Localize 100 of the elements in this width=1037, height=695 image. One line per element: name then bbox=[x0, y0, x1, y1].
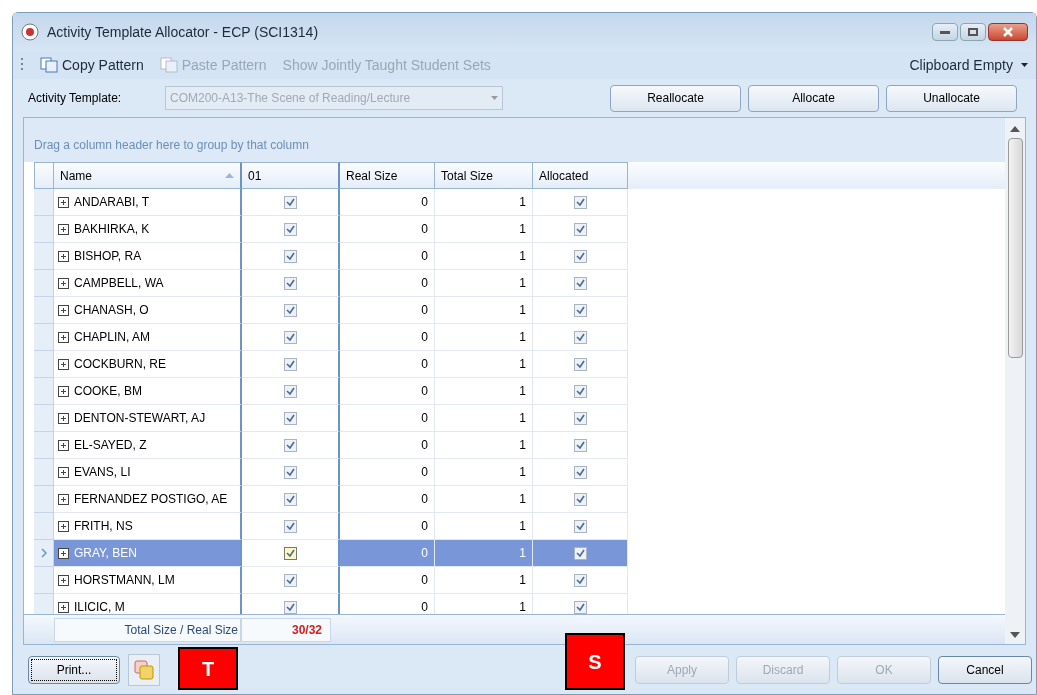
checkbox[interactable] bbox=[283, 438, 297, 452]
dialog-button[interactable]: Cancel bbox=[938, 655, 1032, 684]
checkbox[interactable] bbox=[283, 519, 297, 533]
checkbox[interactable] bbox=[283, 276, 297, 290]
table-cell: 1 bbox=[435, 270, 533, 297]
expand-icon[interactable] bbox=[58, 601, 69, 613]
check-icon bbox=[575, 224, 585, 234]
expand-icon[interactable] bbox=[58, 439, 69, 451]
checkbox[interactable] bbox=[573, 330, 587, 344]
checkbox[interactable] bbox=[283, 222, 297, 236]
checkbox[interactable] bbox=[573, 519, 587, 533]
close-button[interactable] bbox=[988, 23, 1028, 41]
check-icon bbox=[285, 224, 295, 234]
table-cell[interactable]: EL-SAYED, Z bbox=[54, 432, 242, 459]
table-cell[interactable]: ANDARABI, T bbox=[54, 189, 242, 216]
table-cell: 1 bbox=[435, 243, 533, 270]
action-button[interactable]: Allocate bbox=[748, 84, 879, 112]
checkbox[interactable] bbox=[573, 222, 587, 236]
check-icon bbox=[575, 602, 585, 612]
print-button[interactable]: Print... bbox=[28, 655, 120, 684]
checkbox[interactable] bbox=[283, 546, 297, 560]
table-cell[interactable]: BISHOP, RA bbox=[54, 243, 242, 270]
expand-icon[interactable] bbox=[58, 385, 69, 397]
table-cell[interactable]: BAKHIRKA, K bbox=[54, 216, 242, 243]
action-button[interactable]: Reallocate bbox=[610, 84, 741, 112]
expand-icon[interactable] bbox=[58, 250, 69, 262]
expand-icon[interactable] bbox=[58, 493, 69, 505]
expand-icon[interactable] bbox=[58, 466, 69, 478]
table-cell[interactable]: FRITH, NS bbox=[54, 513, 242, 540]
checkbox[interactable] bbox=[283, 465, 297, 479]
table-cell: 0 bbox=[340, 189, 435, 216]
checkbox[interactable] bbox=[573, 546, 587, 560]
table-cell: 1 bbox=[435, 324, 533, 351]
check-icon bbox=[575, 521, 585, 531]
scrollbar[interactable] bbox=[1005, 118, 1025, 644]
maximize-button[interactable] bbox=[960, 23, 986, 41]
table-cell[interactable]: FERNANDEZ POSTIGO, AE bbox=[54, 486, 242, 513]
check-icon bbox=[285, 548, 295, 558]
table-cell: 0 bbox=[340, 216, 435, 243]
scrollbar-thumb[interactable] bbox=[1007, 138, 1023, 358]
table-cell[interactable]: COCKBURN, RE bbox=[54, 351, 242, 378]
checkbox[interactable] bbox=[283, 384, 297, 398]
checkbox[interactable] bbox=[573, 276, 587, 290]
expand-icon[interactable] bbox=[58, 547, 69, 559]
table-cell[interactable]: HORSTMANN, LM bbox=[54, 567, 242, 594]
activity-template-label: Activity Template: bbox=[28, 90, 123, 107]
table-cell: 1 bbox=[435, 189, 533, 216]
expand-icon[interactable] bbox=[58, 196, 69, 208]
checkbox[interactable] bbox=[283, 411, 297, 425]
table-cell: 1 bbox=[435, 351, 533, 378]
checkbox[interactable] bbox=[283, 357, 297, 371]
action-button[interactable]: Unallocate bbox=[886, 84, 1017, 112]
expand-icon[interactable] bbox=[58, 412, 69, 424]
checkbox[interactable] bbox=[573, 195, 587, 209]
checkbox[interactable] bbox=[573, 573, 587, 587]
check-icon bbox=[285, 359, 295, 369]
table-cell: 0 bbox=[340, 378, 435, 405]
table-cell[interactable]: CHAPLIN, AM bbox=[54, 324, 242, 351]
checkbox[interactable] bbox=[283, 195, 297, 209]
checkbox[interactable] bbox=[573, 465, 587, 479]
checkbox[interactable] bbox=[573, 600, 587, 614]
checkbox[interactable] bbox=[283, 492, 297, 506]
check-icon bbox=[285, 575, 295, 585]
table-cell[interactable]: CHANASH, O bbox=[54, 297, 242, 324]
expand-icon[interactable] bbox=[58, 358, 69, 370]
checkbox[interactable] bbox=[283, 600, 297, 614]
checkbox[interactable] bbox=[283, 249, 297, 263]
toolbar-button[interactable]: Copy Pattern bbox=[40, 54, 144, 76]
expand-icon[interactable] bbox=[58, 223, 69, 235]
table-cell: 1 bbox=[435, 432, 533, 459]
checkbox[interactable] bbox=[283, 573, 297, 587]
check-icon bbox=[575, 251, 585, 261]
table-cell[interactable]: COOKE, BM bbox=[54, 378, 242, 405]
checkbox[interactable] bbox=[283, 330, 297, 344]
check-icon bbox=[575, 197, 585, 207]
chevron-right-icon bbox=[40, 548, 47, 558]
checkbox[interactable] bbox=[283, 303, 297, 317]
checkbox[interactable] bbox=[573, 249, 587, 263]
clipboard-dropdown[interactable]: Clipboard Empty bbox=[909, 54, 1028, 76]
expand-icon[interactable] bbox=[58, 574, 69, 586]
checkbox[interactable] bbox=[573, 384, 587, 398]
footer-total: 30/32 bbox=[241, 617, 331, 642]
expand-icon[interactable] bbox=[58, 304, 69, 316]
group-by-hint: Drag a column header here to group by that column bbox=[34, 137, 309, 154]
checkbox[interactable] bbox=[573, 303, 587, 317]
minimize-button[interactable] bbox=[932, 23, 958, 41]
checkbox[interactable] bbox=[573, 492, 587, 506]
table-cell: 0 bbox=[340, 324, 435, 351]
checkbox[interactable] bbox=[573, 438, 587, 452]
table-cell[interactable]: DENTON-STEWART, AJ bbox=[54, 405, 242, 432]
table-cell: 0 bbox=[340, 432, 435, 459]
expand-icon[interactable] bbox=[58, 520, 69, 532]
grip-icon bbox=[21, 57, 24, 73]
table-cell: 1 bbox=[435, 567, 533, 594]
table-cell[interactable]: EVANS, LI bbox=[54, 459, 242, 486]
table-cell[interactable]: CAMPBELL, WA bbox=[54, 270, 242, 297]
expand-icon[interactable] bbox=[58, 277, 69, 289]
expand-icon[interactable] bbox=[58, 331, 69, 343]
checkbox[interactable] bbox=[573, 357, 587, 371]
checkbox[interactable] bbox=[573, 411, 587, 425]
